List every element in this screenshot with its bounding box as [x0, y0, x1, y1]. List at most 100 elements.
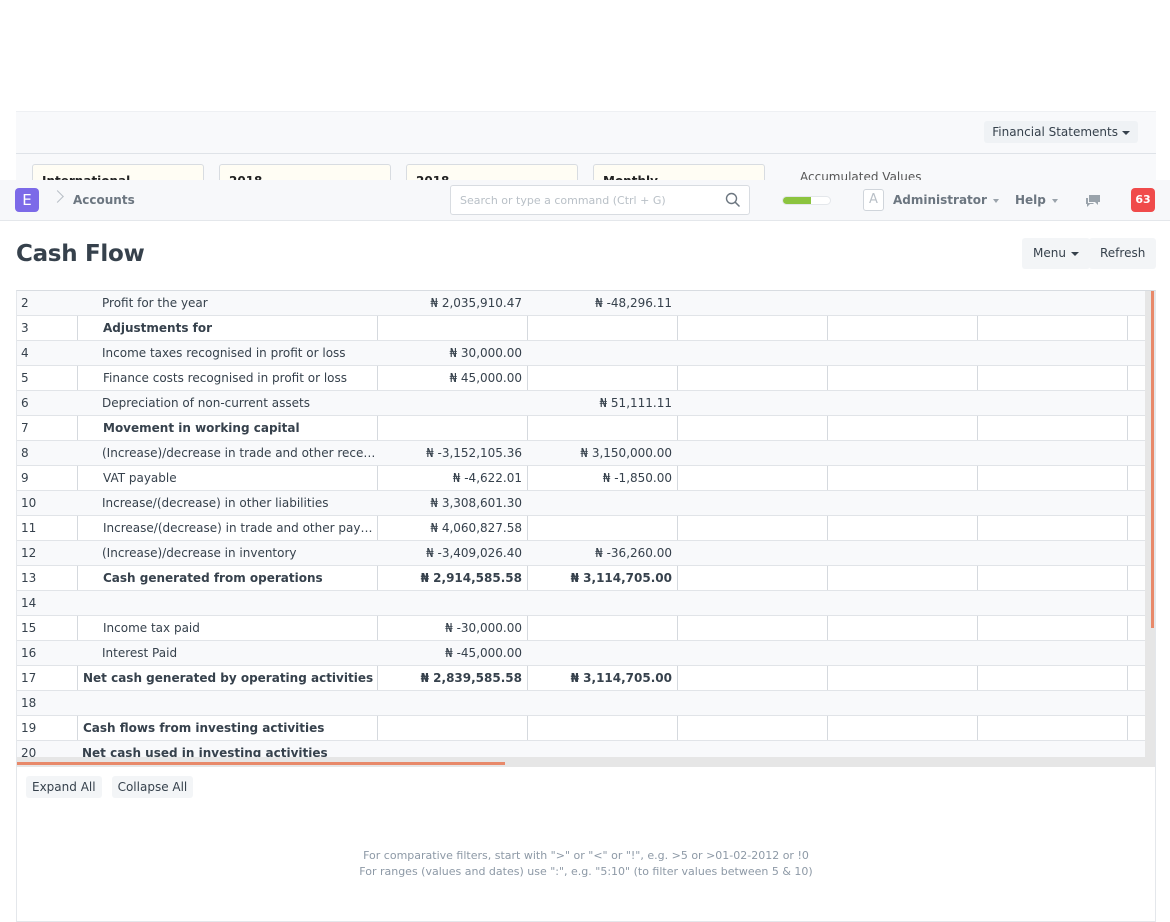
value-cell[interactable]: ₦ -30,000.00: [377, 616, 527, 640]
value-cell[interactable]: [827, 591, 977, 615]
value-cell[interactable]: [527, 341, 677, 365]
value-cell[interactable]: [977, 341, 1127, 365]
table-row[interactable]: 12 (Increase)/decrease in inventory ₦ -3,4…: [17, 541, 1145, 566]
value-cell[interactable]: ₦ -48,296.11: [527, 291, 677, 315]
refresh-button[interactable]: Refresh: [1089, 238, 1157, 269]
value-cell[interactable]: [527, 616, 677, 640]
expand-all-button[interactable]: Expand All: [26, 776, 102, 798]
row-index-cell[interactable]: 5: [17, 366, 77, 390]
value-cell[interactable]: ₦ -1,850.00: [527, 466, 677, 490]
account-cell[interactable]: Income tax paid: [77, 616, 377, 640]
row-index-cell[interactable]: 17: [17, 666, 77, 690]
value-cell[interactable]: [1127, 691, 1145, 715]
setup-progress-bar[interactable]: [782, 196, 831, 205]
value-cell[interactable]: ₦ 2,035,910.47: [377, 291, 527, 315]
value-cell[interactable]: [827, 516, 977, 540]
account-cell[interactable]: Cash generated from operations: [77, 566, 377, 590]
value-cell[interactable]: [827, 716, 977, 740]
value-cell[interactable]: [827, 616, 977, 640]
value-cell[interactable]: [1127, 341, 1145, 365]
value-cell[interactable]: [677, 366, 827, 390]
value-cell[interactable]: [977, 491, 1127, 515]
row-index-cell[interactable]: 8: [17, 441, 77, 465]
value-cell[interactable]: [677, 491, 827, 515]
value-cell[interactable]: [677, 391, 827, 415]
value-cell[interactable]: ₦ -3,409,026.40: [377, 541, 527, 565]
value-cell[interactable]: [527, 691, 677, 715]
menu-button[interactable]: Menu: [1022, 238, 1090, 269]
value-cell[interactable]: [827, 441, 977, 465]
value-cell[interactable]: [977, 366, 1127, 390]
value-cell[interactable]: [677, 691, 827, 715]
value-cell[interactable]: [527, 741, 677, 757]
value-cell[interactable]: [827, 341, 977, 365]
account-cell[interactable]: Movement in working capital: [77, 416, 377, 440]
value-cell[interactable]: [827, 416, 977, 440]
value-cell[interactable]: [977, 416, 1127, 440]
value-cell[interactable]: [1127, 516, 1145, 540]
value-cell[interactable]: [1127, 391, 1145, 415]
row-index-cell[interactable]: 4: [17, 341, 77, 365]
table-row[interactable]: 20 Net cash used in investing activities: [17, 741, 1145, 757]
table-row[interactable]: 11 Increase/(decrease) in trade and other…: [17, 516, 1145, 541]
row-index-cell[interactable]: 9: [17, 466, 77, 490]
value-cell[interactable]: [1127, 441, 1145, 465]
value-cell[interactable]: [827, 491, 977, 515]
value-cell[interactable]: [827, 291, 977, 315]
value-cell[interactable]: [827, 466, 977, 490]
value-cell[interactable]: [1127, 566, 1145, 590]
value-cell[interactable]: [377, 416, 527, 440]
value-cell[interactable]: ₦ 3,150,000.00: [527, 441, 677, 465]
value-cell[interactable]: ₦ 3,308,601.30: [377, 491, 527, 515]
value-cell[interactable]: [977, 466, 1127, 490]
table-row[interactable]: 6 Depreciation of non-current assets ₦ 51,…: [17, 391, 1145, 416]
value-cell[interactable]: [827, 366, 977, 390]
account-cell[interactable]: Net cash used in investing activities: [77, 741, 377, 757]
value-cell[interactable]: [977, 616, 1127, 640]
collapse-all-button[interactable]: Collapse All: [111, 776, 194, 798]
value-cell[interactable]: [677, 716, 827, 740]
value-cell[interactable]: [1127, 616, 1145, 640]
row-index-cell[interactable]: 10: [17, 491, 77, 515]
table-row[interactable]: 2 Profit for the year ₦ 2,035,910.47 ₦ -48,…: [17, 291, 1145, 316]
value-cell[interactable]: [977, 716, 1127, 740]
value-cell[interactable]: [377, 391, 527, 415]
value-cell[interactable]: [827, 316, 977, 340]
account-cell[interactable]: Interest Paid: [77, 641, 377, 665]
table-row[interactable]: 16 Interest Paid ₦ -45,000.00: [17, 641, 1145, 666]
value-cell[interactable]: [1127, 666, 1145, 690]
value-cell[interactable]: [827, 566, 977, 590]
value-cell[interactable]: [527, 491, 677, 515]
table-row[interactable]: 5 Finance costs recognised in profit or l…: [17, 366, 1145, 391]
value-cell[interactable]: [377, 316, 527, 340]
table-row[interactable]: 19 Cash flows from investing activities: [17, 716, 1145, 741]
chat-icon[interactable]: [1085, 194, 1101, 208]
row-index-cell[interactable]: 2: [17, 291, 77, 315]
table-row[interactable]: 13 Cash generated from operations ₦ 2,914,…: [17, 566, 1145, 591]
value-cell[interactable]: ₦ 30,000.00: [377, 341, 527, 365]
account-cell[interactable]: Increase/(decrease) in other liabilities: [77, 491, 377, 515]
value-cell[interactable]: [1127, 491, 1145, 515]
value-cell[interactable]: ₦ 3,114,705.00: [527, 566, 677, 590]
account-cell[interactable]: Depreciation of non-current assets: [77, 391, 377, 415]
account-cell[interactable]: Cash flows from investing activities: [77, 716, 377, 740]
value-cell[interactable]: [827, 741, 977, 757]
value-cell[interactable]: ₦ 51,111.11: [527, 391, 677, 415]
row-index-cell[interactable]: 18: [17, 691, 77, 715]
value-cell[interactable]: ₦ -3,152,105.36: [377, 441, 527, 465]
table-row[interactable]: 4 Income taxes recognised in profit or lo…: [17, 341, 1145, 366]
account-cell[interactable]: Finance costs recognised in profit or lo…: [77, 366, 377, 390]
value-cell[interactable]: ₦ 2,839,585.58: [377, 666, 527, 690]
value-cell[interactable]: [377, 691, 527, 715]
value-cell[interactable]: ₦ 3,114,705.00: [527, 666, 677, 690]
table-row[interactable]: 15 Income tax paid ₦ -30,000.00: [17, 616, 1145, 641]
value-cell[interactable]: [677, 741, 827, 757]
value-cell[interactable]: [977, 591, 1127, 615]
value-cell[interactable]: [1127, 541, 1145, 565]
value-cell[interactable]: [527, 716, 677, 740]
value-cell[interactable]: [977, 391, 1127, 415]
breadcrumb-accounts[interactable]: Accounts: [73, 193, 135, 207]
account-cell[interactable]: Adjustments for: [77, 316, 377, 340]
value-cell[interactable]: [977, 666, 1127, 690]
row-index-cell[interactable]: 15: [17, 616, 77, 640]
